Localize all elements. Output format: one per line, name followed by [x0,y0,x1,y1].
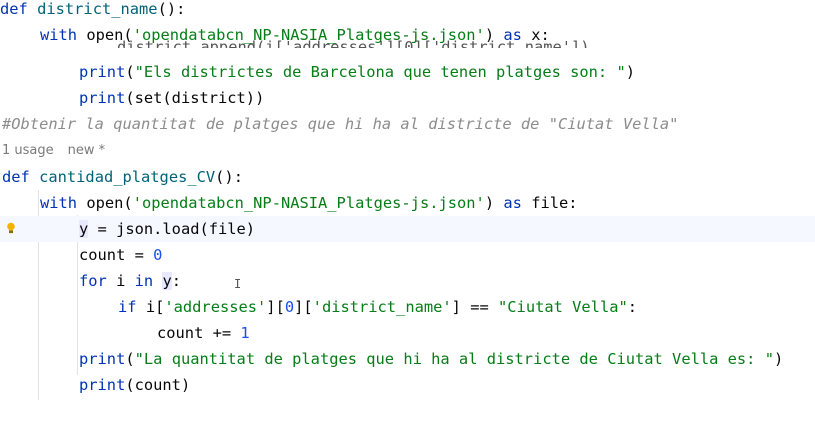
keyword: in [134,272,154,290]
code-line[interactable]: count = 0 [0,242,815,268]
number-literal: 1 [240,324,250,342]
code-line[interactable]: print("La quantitat de platges que hi ha… [0,346,815,372]
code-text: ( [125,350,135,368]
code-text: (set(district)) [125,89,265,107]
string-literal: "Ciutat Vella" [498,298,628,316]
code-line[interactable]: #Obtenir la quantitat de platges que hi … [0,111,815,137]
keyword: if [118,298,137,316]
code-text: (): [157,0,186,18]
variable-reference[interactable]: y [162,272,172,290]
variable-reference[interactable]: y [79,220,89,238]
code-line[interactable]: count += 1 [0,320,815,346]
code-line[interactable]: for i in y: [0,268,815,294]
string-literal: "Els districtes de Barcelona que tenen p… [134,63,626,81]
text-cursor-icon: I [234,277,242,291]
number-literal: 0 [153,246,163,264]
vcs-status: new * [67,143,106,158]
keyword: as [503,194,522,212]
keyword: def [0,0,28,18]
code-line[interactable]: with open('opendatabcn_NP-NASIA_Platges-… [0,190,815,216]
number-literal: 0 [284,298,295,316]
builtin-function: print [79,89,126,107]
code-text: count += [157,324,241,342]
code-line[interactable]: def district_name(): [0,0,815,22]
string-literal: 'district_name' [312,298,452,316]
usage-count[interactable]: 1 usage [2,143,54,158]
code-text: ) [484,26,495,44]
code-text: count = [79,246,154,264]
function-name: district_name [37,0,158,18]
code-text: ][ [294,298,313,316]
code-text: ( [125,63,135,81]
code-text: file: [531,194,578,212]
code-text: : [171,272,182,290]
code-line[interactable]: with open('opendatabcn_NP-NASIA_Platges-… [0,22,815,48]
code-text: ][ [266,298,285,316]
builtin-function: print [79,376,126,394]
code-text: : [627,298,638,316]
code-editor[interactable]: def district_name(): district.append(i['… [0,0,815,427]
code-line[interactable]: print(count) [0,372,815,398]
string-literal: 'opendatabcn_NP-NASIA_Platges-js.json' [132,194,485,212]
builtin-function: print [79,63,126,81]
keyword: as [503,26,522,44]
code-text: ) [773,350,784,368]
code-line[interactable]: print("Els districtes de Barcelona que t… [0,59,815,85]
function-name: cantidad_platges_CV [39,168,216,186]
code-line[interactable]: if i['addresses'][0]['district_name'] ==… [0,294,815,320]
code-text: ) [625,63,636,81]
code-text: (): [215,168,243,186]
comment: #Obtenir la quantitat de platges que hi … [2,115,679,133]
code-text: (count) [125,376,191,394]
code-text: open( [86,194,133,212]
code-text: ) [484,194,495,212]
current-code-line[interactable]: y = json.load(file) [0,216,815,242]
code-text: x: [531,26,550,44]
code-text: = json.load(file) [88,220,256,238]
keyword: with [40,194,78,212]
keyword: with [40,26,78,44]
code-line[interactable]: print(set(district)) [0,85,815,111]
string-literal: 'addresses' [164,298,267,316]
keyword: for [79,272,107,290]
code-text: ] == [451,298,499,316]
string-literal: "La quantitat de platges que hi ha al di… [134,350,774,368]
code-text: open( [86,26,133,44]
code-text: i[ [136,298,165,316]
code-text: i [106,272,135,290]
usage-hint[interactable]: 1 usage new * [2,141,119,161]
lightbulb-icon[interactable] [6,222,16,234]
code-line[interactable]: def cantidad_platges_CV(): [0,164,815,190]
keyword: def [2,168,30,186]
builtin-function: print [79,350,126,368]
string-literal: 'opendatabcn_NP-NASIA_Platges-js.json' [132,26,485,44]
